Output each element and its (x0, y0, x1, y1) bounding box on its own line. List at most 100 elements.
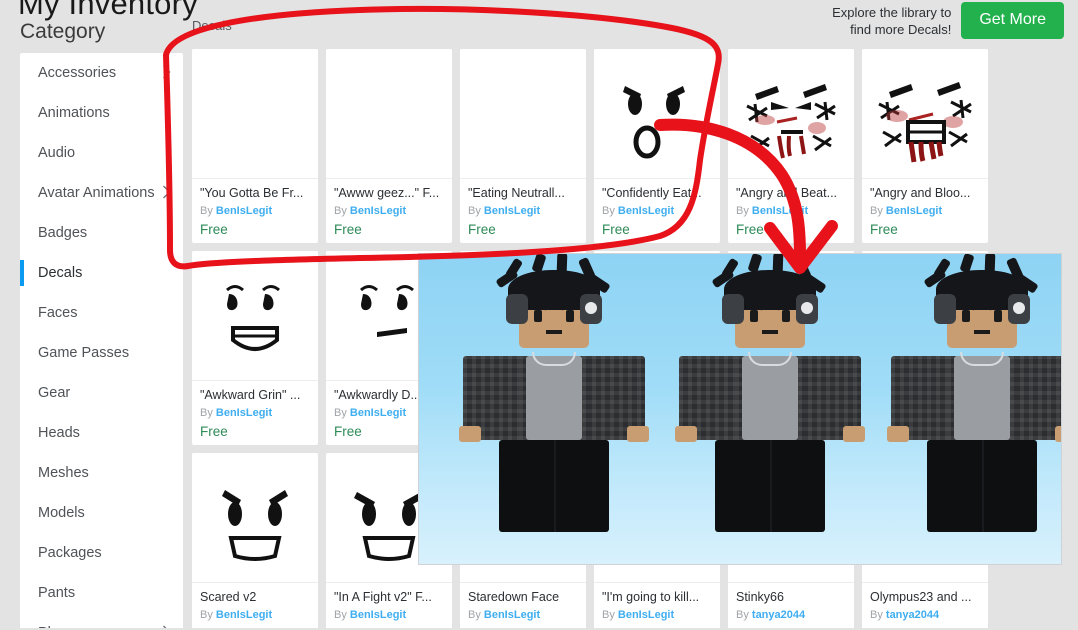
creator-link[interactable]: BenIsLegit (350, 407, 406, 419)
sidebar-item-faces[interactable]: Faces (20, 293, 183, 333)
decal-title[interactable]: "Awkward Grin" ... (200, 387, 310, 403)
decal-price: Free (870, 222, 898, 237)
creator-link[interactable]: tanya2044 (886, 609, 939, 621)
sidebar-item-label: Decals (38, 265, 83, 281)
decal-creator: By BenIsLegit (200, 609, 310, 621)
decal-title[interactable]: "Confidently Eat... (602, 185, 712, 201)
decal-meta: "Awkward Grin" ... By BenIsLegit Free (192, 381, 318, 439)
sidebar-item-label: Meshes (38, 465, 89, 481)
decal-creator: By tanya2044 (736, 609, 846, 621)
sidebar-item-badges[interactable]: Badges (20, 213, 183, 253)
avatar-headphone-left (934, 294, 956, 324)
decal-card[interactable]: Scared v2By BenIsLegitFree (192, 453, 318, 630)
decal-creator: By BenIsLegit (334, 205, 444, 217)
get-more-button[interactable]: Get More (961, 2, 1064, 39)
decal-thumbnail (192, 251, 318, 381)
avatar-figure (439, 254, 669, 564)
avatar-headphone-right (580, 294, 602, 324)
decal-meta: "In A Fight v2" F...By BenIsLegitFree (326, 583, 452, 630)
decal-title[interactable]: "You Gotta Be Fr... (200, 185, 310, 201)
creator-link[interactable]: BenIsLegit (886, 205, 942, 217)
decal-price: Free (736, 222, 764, 237)
by-prefix: By (468, 609, 484, 621)
decal-title[interactable]: Staredown Face (468, 589, 578, 605)
creator-link[interactable]: BenIsLegit (484, 205, 540, 217)
promo-area: Explore the library to find more Decals!… (832, 2, 1064, 39)
sidebar-item-label: Badges (38, 225, 88, 241)
decal-title[interactable]: "Angry and Beat... (736, 185, 846, 201)
decal-thumbnail (728, 49, 854, 179)
creator-link[interactable]: BenIsLegit (618, 205, 674, 217)
creator-link[interactable]: BenIsLegit (350, 205, 406, 217)
creator-link[interactable]: BenIsLegit (752, 205, 808, 217)
decal-thumbnail (192, 453, 318, 583)
decal-meta: "Eating Neutrall... By BenIsLegit Free (460, 179, 586, 237)
category-sidebar: Accessories Animations Audio Avatar Animati… (20, 53, 183, 630)
creator-link[interactable]: BenIsLegit (484, 609, 540, 621)
decal-price: Free (200, 424, 228, 439)
creator-link[interactable]: BenIsLegit (216, 407, 272, 419)
creator-link[interactable]: tanya2044 (752, 609, 805, 621)
decal-title[interactable]: Olympus23 and ... (870, 589, 980, 605)
avatar-image-overlay (418, 253, 1062, 565)
sidebar-item-label: Models (38, 505, 85, 521)
decal-card[interactable]: "You Gotta Be Fr... By BenIsLegit Free (192, 49, 318, 243)
sidebar-item-heads[interactable]: Heads (20, 413, 183, 453)
chevron-right-icon (162, 185, 171, 199)
decal-card[interactable]: "Confidently Eat... By BenIsLegit Free (594, 49, 720, 243)
sidebar-item-accessories[interactable]: Accessories (20, 53, 183, 93)
decal-title[interactable]: "Awww geez..." F... (334, 185, 444, 201)
decal-creator: By BenIsLegit (602, 205, 712, 217)
avatar-legs (499, 440, 609, 532)
sidebar-item-gear[interactable]: Gear (20, 373, 183, 413)
decal-price: Free (334, 222, 362, 237)
decal-title[interactable]: "Eating Neutrall... (468, 185, 578, 201)
sidebar-item-label: Avatar Animations (38, 185, 155, 201)
decal-price: Free (602, 222, 630, 237)
sidebar-item-models[interactable]: Models (20, 493, 183, 533)
page-title: My Inventory (18, 0, 198, 21)
creator-link[interactable]: BenIsLegit (350, 609, 406, 621)
sidebar-item-pants[interactable]: Pants (20, 573, 183, 613)
creator-link[interactable]: BenIsLegit (216, 609, 272, 621)
creator-link[interactable]: BenIsLegit (216, 205, 272, 217)
by-prefix: By (200, 205, 216, 217)
sidebar-item-game-passes[interactable]: Game Passes (20, 333, 183, 373)
sidebar-item-label: Accessories (38, 65, 117, 81)
decal-title[interactable]: Scared v2 (200, 589, 310, 605)
sidebar-item-meshes[interactable]: Meshes (20, 453, 183, 493)
decal-price: Free (200, 222, 228, 237)
creator-link[interactable]: BenIsLegit (618, 609, 674, 621)
sidebar-item-decals[interactable]: Decals (20, 253, 183, 293)
decal-title[interactable]: "In A Fight v2" F... (334, 589, 444, 605)
sidebar-item-animations[interactable]: Animations (20, 93, 183, 133)
sidebar-item-label: Heads (38, 425, 80, 441)
decal-meta: "Awww geez..." F... By BenIsLegit Free (326, 179, 452, 237)
decal-creator: By BenIsLegit (468, 205, 578, 217)
decal-thumbnail (594, 49, 720, 179)
by-prefix: By (602, 205, 618, 217)
avatar-headphone-left (722, 294, 744, 324)
decal-meta: "Angry and Beat... By BenIsLegit Free (728, 179, 854, 237)
decal-meta: Olympus23 and ...By tanya2044Free (862, 583, 988, 630)
decal-meta: "You Gotta Be Fr... By BenIsLegit Free (192, 179, 318, 237)
sidebar-item-packages[interactable]: Packages (20, 533, 183, 573)
decal-card[interactable]: "Awww geez..." F... By BenIsLegit Free (326, 49, 452, 243)
sidebar-item-audio[interactable]: Audio (20, 133, 183, 173)
decal-card[interactable]: "Awkward Grin" ... By BenIsLegit Free (192, 251, 318, 445)
decal-title[interactable]: "Angry and Bloo... (870, 185, 980, 201)
avatar-figure (655, 254, 885, 564)
sidebar-item-label: Packages (38, 545, 102, 561)
decal-title[interactable]: "I'm going to kill... (602, 589, 712, 605)
sidebar-item-avatar-animations[interactable]: Avatar Animations (20, 173, 183, 213)
decal-card[interactable]: "Angry and Bloo... By BenIsLegit Free (862, 49, 988, 243)
decal-card[interactable]: "Angry and Beat... By BenIsLegit Free (728, 49, 854, 243)
decal-price: Free (468, 222, 496, 237)
decal-title[interactable]: Stinky66 (736, 589, 846, 605)
avatar-headphone-right (1008, 294, 1030, 324)
by-prefix: By (870, 609, 886, 621)
avatar-torso (675, 352, 865, 442)
decal-thumbnail (192, 49, 318, 179)
promo-text: Explore the library to find more Decals! (832, 4, 952, 37)
decal-card[interactable]: "Eating Neutrall... By BenIsLegit Free (460, 49, 586, 243)
